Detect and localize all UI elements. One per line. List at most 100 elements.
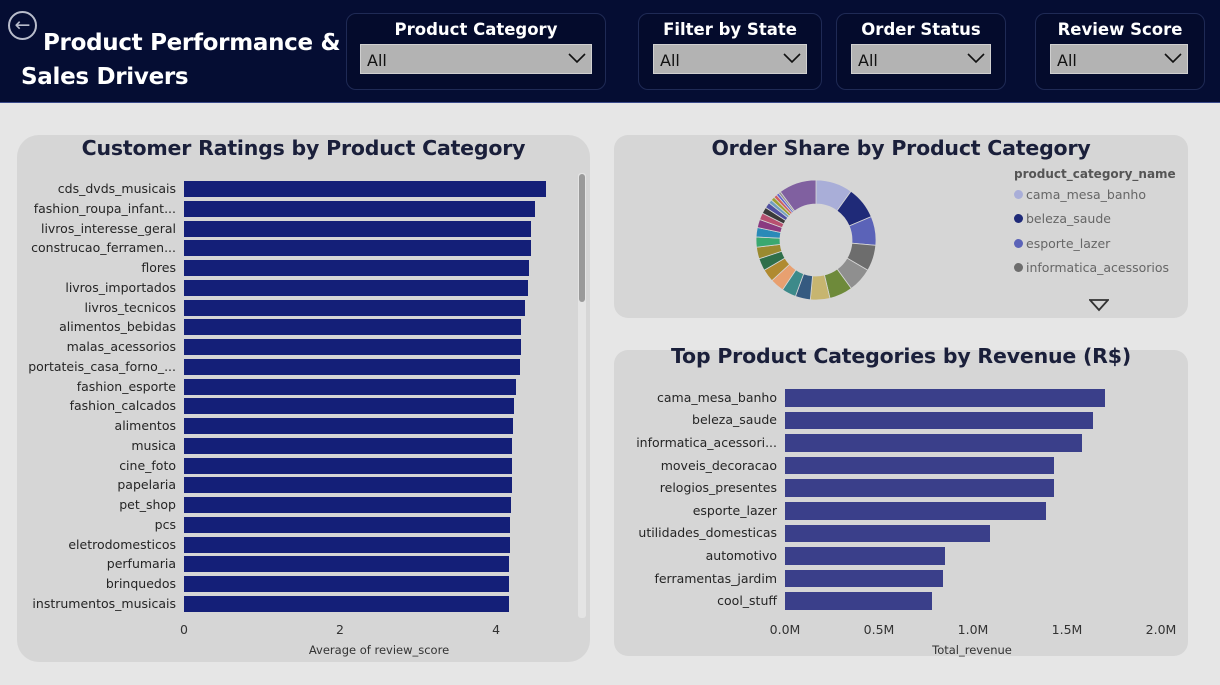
x-tick-label: 1.0M	[957, 622, 989, 637]
bar[interactable]	[785, 456, 1054, 475]
bar[interactable]	[184, 279, 529, 296]
legend-item[interactable]: informatica_acessorios	[1014, 260, 1169, 275]
category-label: relogios_presentes	[659, 480, 777, 496]
bar[interactable]	[184, 497, 511, 513]
category-label: livros_tecnicos	[84, 299, 176, 315]
filter-state-dropdown[interactable]: All	[653, 44, 807, 74]
category-label: brinquedos	[105, 576, 176, 591]
scrollbar-thumb[interactable]	[579, 174, 585, 302]
category-label: pcs	[154, 516, 176, 532]
slicer-order-status: Order Status All	[836, 13, 1006, 90]
order-share-chart-title: Order Share by Product Category	[711, 136, 1091, 160]
dropdown-value: All	[858, 51, 878, 70]
legend-label: informatica_acessorios	[1026, 259, 1170, 275]
legend-item[interactable]: cama_mesa_banho	[1014, 187, 1146, 202]
bar[interactable]	[184, 418, 514, 434]
chevron-down-icon	[783, 53, 801, 64]
slicer-review-score: Review Score All	[1035, 13, 1205, 90]
category-label: fashion_esporte	[76, 378, 176, 394]
order-status-dropdown[interactable]: All	[851, 44, 991, 74]
category-label: musica	[131, 437, 176, 453]
category-label: cds_dvds_musicais	[57, 181, 176, 196]
bar[interactable]	[184, 437, 513, 454]
x-tick-label: 0.0M	[769, 622, 801, 637]
legend-dot	[1014, 262, 1023, 272]
category-label: livros_interesse_geral	[40, 220, 176, 236]
bar[interactable]	[184, 339, 522, 355]
bar[interactable]	[785, 524, 990, 543]
bar[interactable]	[184, 299, 525, 316]
bar[interactable]	[184, 240, 532, 257]
revenue-chart-title: Top Product Categories by Revenue (R$)	[671, 344, 1131, 368]
bar[interactable]	[184, 576, 510, 592]
category-label: moveis_decoracao	[660, 457, 777, 473]
bar[interactable]	[785, 389, 1105, 407]
category-label: instrumentos_musicais	[32, 595, 176, 611]
x-tick-label: 2	[336, 622, 345, 637]
bar[interactable]	[184, 181, 546, 197]
bar[interactable]	[785, 569, 943, 588]
order-share-donut	[756, 180, 876, 300]
category-label: eletrodomesticos	[68, 536, 176, 552]
bar[interactable]	[184, 200, 536, 217]
slicer-product-category: Product Category All	[346, 13, 606, 90]
bar[interactable]	[184, 358, 521, 375]
dropdown-value: All	[1057, 51, 1077, 70]
category-label: construcao_ferramen...	[31, 240, 176, 256]
category-label: fashion_calcados	[69, 398, 176, 414]
category-label: alimentos_bebidas	[59, 319, 176, 335]
bar[interactable]	[184, 477, 512, 494]
chevron-down-icon	[967, 53, 985, 64]
slicer-filter-state: Filter by State All	[638, 13, 822, 90]
legend-title: product_category_name	[1014, 167, 1176, 181]
category-label: flores	[141, 260, 176, 275]
bar[interactable]	[785, 502, 1047, 520]
category-label: beleza_saude	[692, 412, 777, 428]
legend-item[interactable]: esporte_lazer	[1014, 236, 1110, 251]
bar[interactable]	[785, 411, 1094, 430]
legend-label: cama_mesa_banho	[1026, 187, 1146, 202]
bar[interactable]	[184, 556, 510, 573]
page-title: Product Performance & Sales Drivers	[21, 26, 341, 94]
ratings-x-axis-title: Average of review_score	[308, 643, 450, 657]
chevron-down-icon[interactable]	[1089, 299, 1109, 312]
revenue-x-axis-title: Total_revenue	[932, 643, 1012, 657]
category-label: informatica_acessori...	[636, 434, 777, 450]
bar[interactable]	[184, 398, 514, 415]
bar[interactable]	[184, 260, 529, 276]
category-label: malas_acessorios	[66, 339, 176, 354]
category-label: automotivo	[705, 547, 777, 563]
bar[interactable]	[785, 592, 932, 610]
category-label: cine_foto	[119, 457, 176, 473]
bar[interactable]	[184, 319, 522, 336]
bar[interactable]	[184, 516, 511, 533]
category-label: fashion_roupa_infant...	[33, 200, 176, 216]
legend-item[interactable]: beleza_saude	[1014, 211, 1111, 226]
category-label: portateis_casa_forno_...	[28, 358, 176, 374]
review-score-dropdown[interactable]: All	[1050, 44, 1188, 74]
page-title-line1: Product Performance &	[43, 30, 341, 56]
legend-label: esporte_lazer	[1026, 235, 1111, 251]
category-label: ferramentas_jardim	[654, 570, 777, 586]
bar[interactable]	[785, 479, 1054, 497]
bar[interactable]	[184, 378, 517, 395]
chevron-down-icon	[1164, 53, 1182, 64]
bar[interactable]	[785, 434, 1083, 452]
product-category-dropdown[interactable]: All	[360, 44, 592, 74]
category-label: esporte_lazer	[692, 502, 777, 518]
bar[interactable]	[184, 536, 511, 553]
legend-dot	[1014, 190, 1023, 199]
chevron-down-icon	[568, 53, 586, 64]
legend-dot	[1014, 238, 1023, 248]
slicer-label: Product Category	[394, 20, 558, 39]
slicer-label: Review Score	[1057, 20, 1183, 39]
bar[interactable]	[184, 595, 509, 612]
ratings-scrollbar[interactable]	[578, 173, 586, 618]
bar[interactable]	[785, 547, 945, 565]
bar[interactable]	[184, 457, 513, 474]
legend-label: beleza_saude	[1026, 211, 1111, 227]
bar[interactable]	[184, 220, 532, 237]
slicer-label: Order Status	[861, 20, 981, 39]
x-tick-label: 4	[492, 622, 501, 637]
category-label: utilidades_domesticas	[638, 525, 777, 541]
